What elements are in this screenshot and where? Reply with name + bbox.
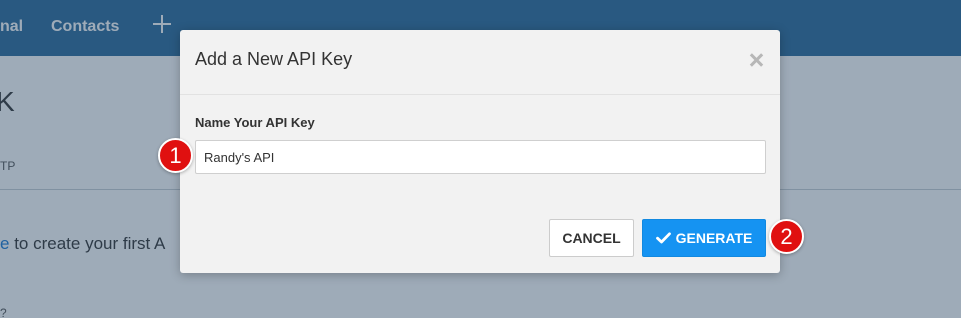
add-api-key-dialog: Add a New API Key Name Your API Key CANC… [180,30,780,273]
generate-button-label: GENERATE [675,230,753,246]
dialog-separator [180,94,780,95]
api-key-name-input[interactable] [195,140,766,174]
check-icon [655,232,671,244]
dialog-title: Add a New API Key [195,49,353,69]
step-marker-2: 2 [769,219,804,254]
api-key-name-label: Name Your API Key [195,115,315,130]
cancel-button-label: CANCEL [562,230,621,246]
close-icon[interactable] [746,50,766,70]
step-marker-1: 1 [158,138,193,173]
cancel-button[interactable]: CANCEL [549,219,634,257]
generate-button[interactable]: GENERATE [642,219,766,257]
